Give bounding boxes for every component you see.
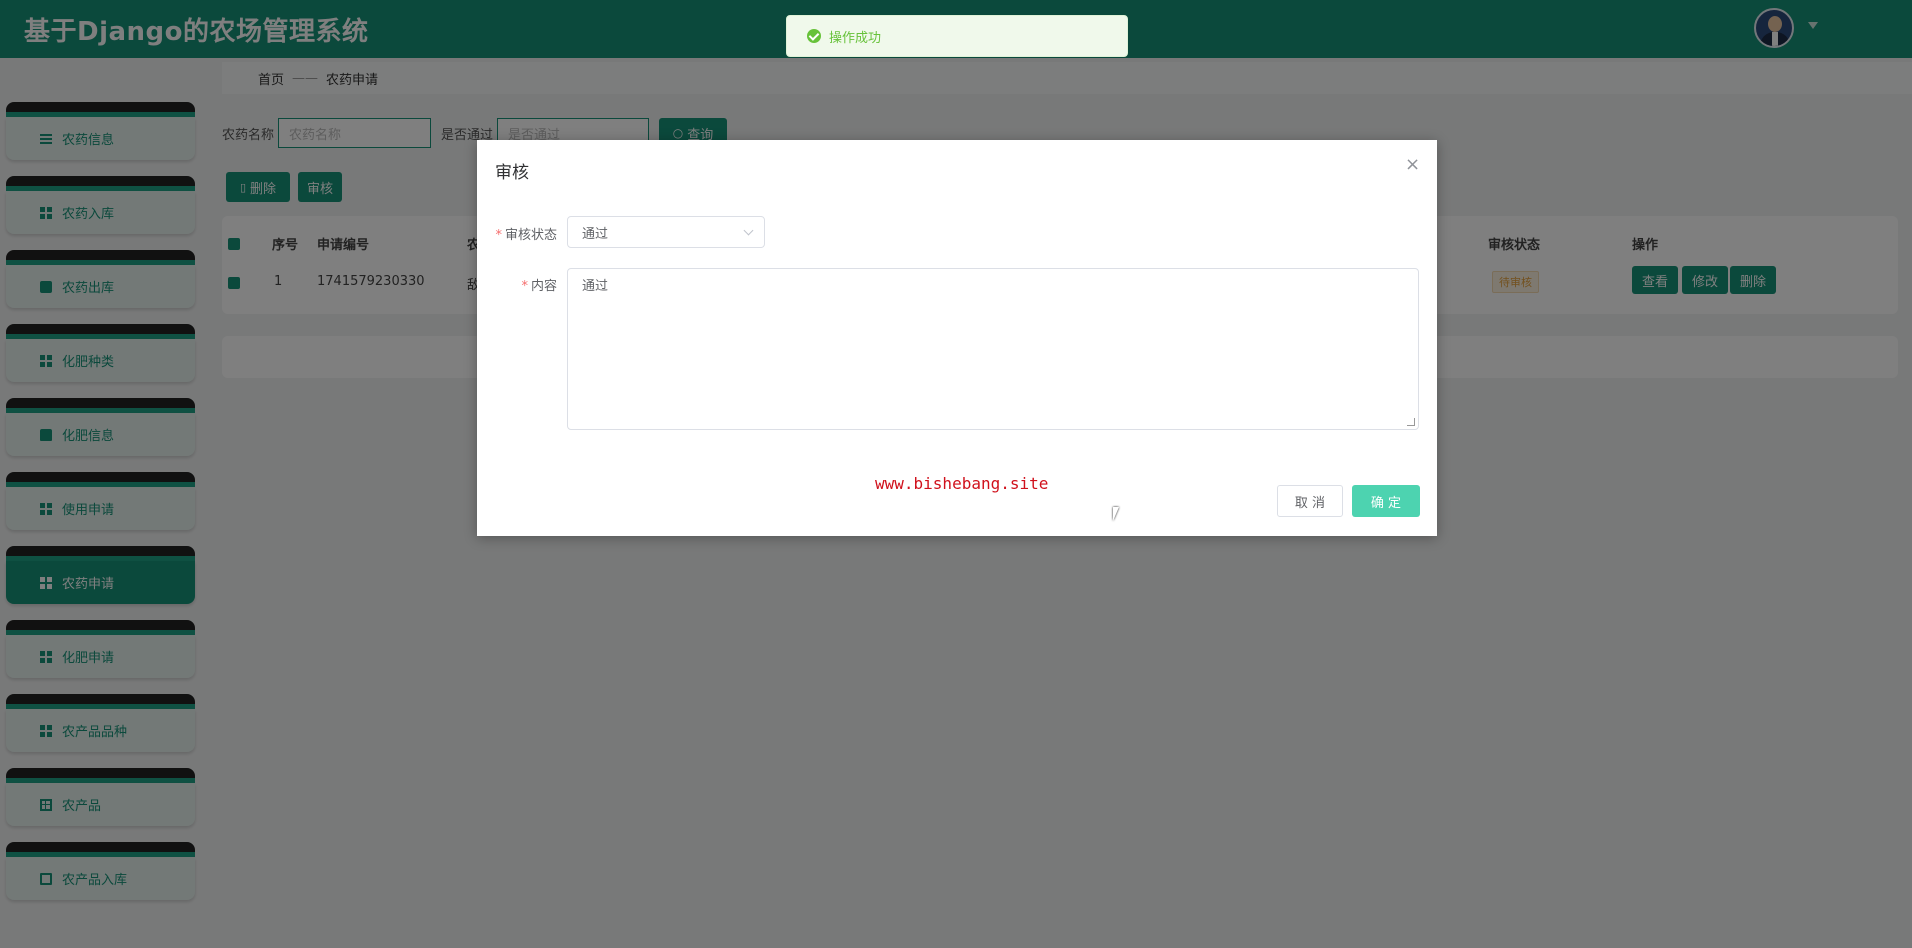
review-dialog: 审核 × * 审核状态 通过 * 内容 通过 www.bishebang.site … [477,140,1437,536]
status-select-value: 通过 [582,226,609,242]
dialog-title: 审核 [495,163,529,183]
content-field-label: * 内容 [521,279,557,294]
status-field-label: * 审核状态 [495,228,557,243]
success-toast: 操作成功 [786,15,1128,57]
chevron-down-icon [743,225,754,236]
watermark: www.bishebang.site [875,474,1049,493]
toast-message: 操作成功 [829,30,882,46]
status-select[interactable]: 通过 [567,216,765,248]
confirm-button[interactable]: 确 定 [1352,485,1420,517]
close-icon[interactable]: × [1405,154,1420,175]
cancel-button[interactable]: 取 消 [1277,485,1343,517]
content-textarea[interactable]: 通过 [567,268,1419,430]
mouse-cursor-icon [1113,507,1119,521]
check-circle-icon [807,29,821,43]
resize-handle-icon[interactable] [1407,418,1415,426]
